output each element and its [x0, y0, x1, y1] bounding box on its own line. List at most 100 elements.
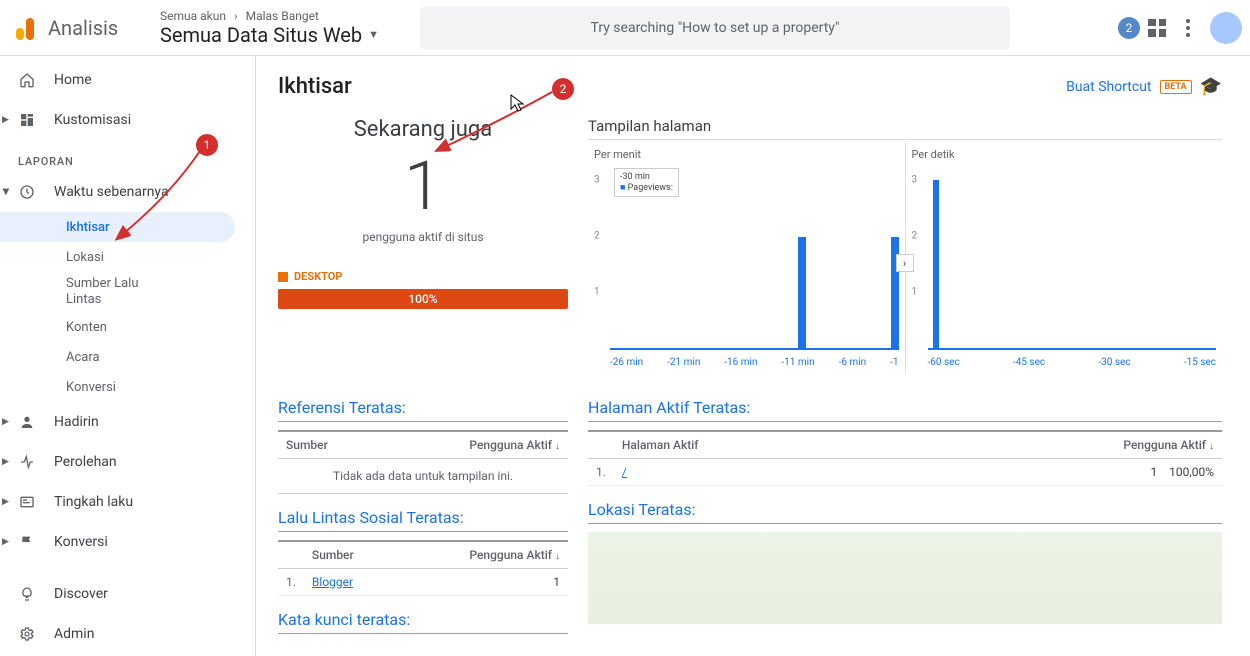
crumb-account-name: Malas Banget [246, 9, 319, 23]
nav-audience[interactable]: ▶ Hadirin [0, 402, 255, 442]
chevron-right-icon: ▶ [2, 115, 9, 125]
chart-x-axis: -60 sec-45 sec-30 sec-15 sec [928, 357, 1217, 368]
breadcrumb[interactable]: Semua akun › Malas Banget Semua Data Sit… [160, 9, 420, 47]
col-active-users[interactable]: Pengguna Aktif ↓ [397, 541, 568, 569]
nav-admin[interactable]: Admin [0, 614, 255, 654]
sort-down-icon: ↓ [1209, 441, 1214, 452]
diagnostics-icon[interactable] [1148, 19, 1166, 37]
caret-down-icon: ▼ [368, 28, 379, 41]
nav-conversions[interactable]: ▶ Konversi [0, 522, 255, 562]
create-shortcut-link[interactable]: Buat Shortcut [1066, 79, 1151, 95]
top-active-pages-table: Halaman Aktif Pengguna Aktif ↓ 1. / 1 10… [588, 430, 1222, 486]
nav-home[interactable]: Home [0, 60, 255, 100]
nav-customisation-label: Kustomisasi [54, 112, 131, 128]
nav-sub-events[interactable]: Acara [42, 342, 235, 372]
behavior-icon [18, 494, 36, 510]
col-active-page[interactable]: Halaman Aktif [614, 431, 1062, 459]
analytics-logo-icon [16, 16, 38, 40]
chart-y-axis: 321 [594, 180, 608, 350]
top-social-title: Lalu Lintas Sosial Teratas: [278, 508, 568, 532]
nav-behavior-label: Tingkah laku [54, 494, 133, 510]
main-content: Ikhtisar Buat Shortcut BETA 🎓 2 Sekarang… [256, 56, 1250, 656]
clock-icon [18, 184, 36, 200]
search-placeholder: Try searching "How to set up a property" [591, 20, 840, 36]
product-name: Analisis [48, 16, 118, 40]
nav-sub-locations[interactable]: Lokasi [42, 242, 235, 272]
sort-down-icon: ↓ [555, 441, 560, 452]
top-referrals-title: Referensi Teratas: [278, 398, 568, 422]
chevron-right-icon: ▶ [2, 457, 9, 467]
top-active-pages-title: Halaman Aktif Teratas: [588, 398, 1222, 422]
nav-discover[interactable]: Discover [0, 574, 255, 614]
nav-sub-traffic-sources[interactable]: Sumber Lalu Lintas [42, 272, 235, 312]
notification-count-badge[interactable]: 2 [1118, 17, 1140, 39]
user-avatar[interactable] [1210, 12, 1242, 44]
flag-icon [18, 534, 36, 550]
more-menu-icon[interactable] [1186, 19, 1190, 37]
chevron-right-icon: ▶ [2, 417, 9, 427]
cursor-icon [510, 94, 526, 114]
no-data-message: Tidak ada data untuk tampilan ini. [278, 459, 568, 494]
sidebar: Home ▶ Kustomisasi LAPORAN ▶ Waktu seben… [0, 56, 256, 656]
nav-home-label: Home [54, 72, 92, 88]
square-icon [278, 272, 288, 282]
table-row[interactable]: 1. Blogger 1 [278, 569, 568, 596]
chart-per-minute-label: Per menit [594, 148, 905, 161]
chevron-down-icon: ▶ [0, 189, 10, 196]
col-source[interactable]: Sumber [304, 541, 397, 569]
chevron-right-icon: ▶ [2, 497, 9, 507]
person-icon [18, 414, 36, 430]
gear-icon [18, 626, 36, 642]
nav-admin-label: Admin [54, 626, 94, 642]
topbar-right: 2 [1118, 12, 1242, 44]
charts-row: Per menit -30 min ■ Pageviews: 321 [588, 142, 1222, 372]
chart-per-minute: Per menit -30 min ■ Pageviews: 321 [588, 142, 906, 372]
active-page-link[interactable]: / [622, 465, 627, 479]
chart-per-second-label: Per detik [912, 148, 1223, 161]
beta-badge: BETA [1160, 80, 1192, 94]
device-percentage-bar: 100% [278, 289, 568, 309]
chevron-right-icon: ▶ [2, 537, 9, 547]
sort-down-icon: ↓ [555, 551, 560, 562]
annotation-badge-2: 2 [552, 78, 574, 100]
col-active-users[interactable]: Pengguna Aktif ↓ [1062, 431, 1222, 459]
dashboard-icon [18, 112, 36, 128]
active-users-count: 1 [278, 152, 568, 220]
crumb-accounts: Semua akun [160, 9, 226, 23]
chart-y-axis: 321 [912, 180, 926, 350]
top-referrals-table: Sumber Pengguna Aktif ↓ [278, 430, 568, 459]
nav-acquisition-label: Perolehan [54, 454, 117, 470]
page-head: Ikhtisar Buat Shortcut BETA 🎓 [278, 74, 1222, 99]
nav-sub-conversions[interactable]: Konversi [42, 372, 235, 402]
annotation-badge-1: 1 [196, 134, 218, 156]
col-source[interactable]: Sumber [278, 431, 380, 459]
nav-acquisition[interactable]: ▶ Perolehan [0, 442, 255, 482]
acquisition-icon [18, 454, 36, 470]
view-name: Semua Data Situs Web [160, 23, 362, 47]
col-active-users[interactable]: Pengguna Aktif ↓ [380, 431, 568, 459]
top-bar: Analisis Semua akun › Malas Banget Semua… [0, 0, 1250, 56]
home-icon [18, 72, 36, 88]
graduation-cap-icon[interactable]: 🎓 [1200, 76, 1222, 97]
logo-block: Analisis [16, 16, 160, 40]
nav-discover-label: Discover [54, 586, 108, 602]
top-locations-title: Lokasi Teratas: [588, 500, 1222, 524]
nav-behavior[interactable]: ▶ Tingkah laku [0, 482, 255, 522]
nav-sub-content[interactable]: Konten [42, 312, 235, 342]
chart-expand-button[interactable]: › [896, 254, 914, 272]
top-social-table: Sumber Pengguna Aktif ↓ 1. Blogger 1 [278, 540, 568, 596]
chart-per-second: Per detik 321 -60 sec-45 sec-30 sec-15 s… [906, 142, 1223, 372]
page-title: Ikhtisar [278, 74, 352, 99]
annotation-arrow-1 [110, 146, 206, 246]
nav-customisation[interactable]: ▶ Kustomisasi [0, 100, 255, 140]
table-row[interactable]: 1. / 1 100,00% [588, 459, 1222, 486]
locations-map[interactable] [588, 532, 1222, 624]
annotation-arrow-2 [432, 90, 556, 156]
search-input[interactable]: Try searching "How to set up a property" [420, 6, 1010, 50]
social-source-link[interactable]: Blogger [312, 575, 353, 589]
lightbulb-icon [18, 586, 36, 602]
chevron-right-icon: › [234, 9, 238, 23]
nav-audience-label: Hadirin [54, 414, 99, 430]
nav-conversions-label: Konversi [54, 534, 108, 550]
pageviews-title: Tampilan halaman [588, 117, 1222, 140]
